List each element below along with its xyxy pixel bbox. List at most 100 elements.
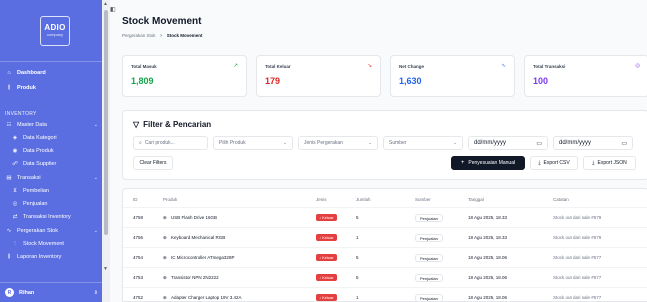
cell-id: 4756 xyxy=(133,235,144,240)
table-row[interactable]: 4754 ⊛ IC Microcontroller ATmega328P ↓ K… xyxy=(123,247,647,267)
breadcrumb: Pergerakan Stok > Stock Movement xyxy=(122,33,202,38)
column-header-id: ID xyxy=(133,197,138,202)
logo-subtext: company xyxy=(46,32,64,37)
sidebar-item-transaksi[interactable]: ▤ Transaksi ⌄ xyxy=(0,172,102,184)
sidebar-item-produk[interactable]: ⫼ Produk xyxy=(0,82,102,94)
sidebar-item-label: Data Kategori xyxy=(23,135,57,141)
export-csv-button[interactable]: ⤓ Export CSV xyxy=(530,156,578,170)
stat-card-net-change: Net Change ∿ 1,630 xyxy=(390,55,515,97)
calendar-icon[interactable]: ▭ xyxy=(621,140,627,147)
scroll-down-icon[interactable]: ▼ xyxy=(103,266,108,272)
sidebar-item-dashboard[interactable]: ⌂ Dashboard xyxy=(0,67,102,79)
cell-catatan: Stock out dari sale #577 xyxy=(553,275,602,280)
table-row[interactable]: 4752 ⊛ Adapter Charger Laptop 19V 3.42A … xyxy=(123,287,647,302)
sidebar-item-data-supplier[interactable]: ☍ Data Supplier xyxy=(0,158,102,170)
sidebar-scrollbar-thumb[interactable] xyxy=(104,10,108,235)
produk-select-value: Pilih Produk xyxy=(219,140,246,146)
filter-panel: ▽ Filter & Pencarian ⌕ Cari produk... Pil… xyxy=(122,110,647,180)
date-from-value: dd/mm/yyyy xyxy=(474,140,507,146)
stat-value: 1,630 xyxy=(399,76,422,86)
sidebar-item-penjualan[interactable]: ◎ Penjualan xyxy=(0,198,102,210)
product-icon: ⊛ xyxy=(163,275,167,280)
logo-area: ADIO company xyxy=(0,0,110,62)
chevron-down-icon: ⌄ xyxy=(283,140,287,145)
sidebar-item-data-kategori[interactable]: ◈ Data Kategori xyxy=(0,132,102,144)
scroll-up-icon[interactable]: ▲ xyxy=(103,1,108,7)
sidebar-item-master-data[interactable]: ☷ Master Data ⌄ xyxy=(0,119,102,131)
sidebar: ADIO company ⌂ Dashboard ⫼ Produk INVENT… xyxy=(0,0,110,302)
column-header-sumber: Sumber xyxy=(415,197,431,202)
download-icon: ⤓ xyxy=(538,160,541,166)
sidebar-item-label: Transaksi Inventory xyxy=(23,214,71,220)
produk-select[interactable]: Pilih Produk ⌄ xyxy=(213,136,293,150)
target-icon: ◎ xyxy=(635,63,640,69)
clear-filters-label: Clear Filters xyxy=(139,160,167,166)
sidebar-item-label: Produk xyxy=(17,85,36,91)
dollar-icon: ◎ xyxy=(12,201,18,207)
cell-catatan: Stock out dari sale #577 xyxy=(553,295,602,300)
table-row[interactable]: 4756 ⊛ Keyboard Mechanical RGB ↓ Keluar … xyxy=(123,227,647,247)
cell-jumlah: 5 xyxy=(356,275,359,280)
page-title: Stock Movement xyxy=(122,16,202,27)
date-to-input[interactable]: dd/mm/yyyy ▭ xyxy=(553,136,633,150)
sidebar-toggle-icon[interactable]: ◧ xyxy=(110,6,116,13)
manual-adjustment-button[interactable]: + Penyesuaian Manual xyxy=(451,156,525,170)
cell-jumlah: 1 xyxy=(356,295,359,300)
badge-label: Keluar xyxy=(322,295,334,300)
table-row[interactable]: 4758 ⊛ USB Flash Drive 16GB ↓ Keluar 5 P… xyxy=(123,207,647,227)
sidebar-item-laporan-inventory[interactable]: ⫼ Laporan Inventory xyxy=(0,251,102,263)
stock-movement-table: ID Produk Jenis Jumlah Sumber Tanggal Ca… xyxy=(122,188,647,302)
source-badge: Penjualan xyxy=(415,234,443,242)
cell-produk: Transistor NPN 2N2222 xyxy=(171,275,219,280)
column-header-jenis: Jenis xyxy=(316,197,327,202)
sidebar-item-pembelian[interactable]: ⊻ Pembelian xyxy=(0,185,102,197)
cell-jumlah: 1 xyxy=(356,235,359,240)
download-icon: ⤓ xyxy=(592,160,595,166)
cell-tanggal: 18 Agu 2025, 18.33 xyxy=(468,235,508,240)
sidebar-item-pergerakan-stok[interactable]: ∿ Pergerakan Stok ⌄ xyxy=(0,225,102,237)
sidebar-item-label: Master Data xyxy=(17,122,47,128)
home-icon: ⌂ xyxy=(7,70,11,76)
sidebar-item-label: Stock Movement xyxy=(23,241,64,247)
source-badge: Penjualan xyxy=(415,254,443,262)
clear-filters-button[interactable]: Clear Filters xyxy=(133,156,173,170)
calendar-icon[interactable]: ▭ xyxy=(536,140,542,147)
date-to-value: dd/mm/yyyy xyxy=(559,140,592,146)
search-icon: ⌕ xyxy=(139,140,142,146)
sidebar-item-label: Data Produk xyxy=(23,148,54,154)
main-content: ◧ Stock Movement Pergerakan Stok > Stock… xyxy=(110,0,647,302)
search-input[interactable]: ⌕ Cari produk... xyxy=(133,136,208,150)
sidebar-item-label: Penjualan xyxy=(23,201,48,207)
clipboard-icon: ▤ xyxy=(6,175,12,181)
breadcrumb-parent[interactable]: Pergerakan Stok xyxy=(122,33,156,38)
trending-down-icon: ↘ xyxy=(367,63,372,69)
trending-up-icon: ↗ xyxy=(233,63,238,69)
table-row[interactable]: 4753 ⊛ Transistor NPN 2N2222 ↓ Keluar 5 … xyxy=(123,267,647,287)
stat-card-total-masuk: Total Masuk ↗ 1,809 xyxy=(122,55,247,97)
export-json-button[interactable]: ⤓ Export JSON xyxy=(583,156,636,170)
cell-catatan: Stock out dari sale #579 xyxy=(553,235,602,240)
filter-icon: ▽ xyxy=(133,120,140,129)
sidebar-item-stock-movement[interactable]: ⫶ Stock Movement xyxy=(0,238,102,250)
product-icon: ⊛ xyxy=(163,255,167,260)
filter-title: ▽ Filter & Pencarian xyxy=(133,120,211,129)
sumber-select[interactable]: Sumber ⌄ xyxy=(383,136,463,150)
database-icon: ☷ xyxy=(6,122,12,128)
sidebar-item-data-produk[interactable]: ◉ Data Produk xyxy=(0,145,102,157)
cell-jumlah: 5 xyxy=(356,215,359,220)
date-from-input[interactable]: dd/mm/yyyy ▭ xyxy=(468,136,548,150)
company-logo[interactable]: ADIO company xyxy=(40,15,70,46)
chevron-down-icon: ⌄ xyxy=(368,140,372,145)
product-icon: ⊛ xyxy=(163,215,167,220)
sidebar-item-transaksi-inventory[interactable]: ⇄ Transaksi Inventory xyxy=(0,211,102,223)
user-menu[interactable]: R Rihan ⇕ xyxy=(0,282,102,302)
activity-icon: ∿ xyxy=(6,228,12,234)
jenis-select[interactable]: Jenis Pergerakan ⌄ xyxy=(298,136,378,150)
stat-label: Total Keluar xyxy=(265,64,291,69)
cell-id: 4758 xyxy=(133,215,144,220)
cell-produk: Adapter Charger Laptop 19V 3.42A xyxy=(171,295,242,300)
search-placeholder: Cari produk... xyxy=(144,140,175,146)
cart-icon: ⊻ xyxy=(12,188,18,194)
badge-label: Keluar xyxy=(322,235,334,240)
status-badge: ↓ Keluar xyxy=(316,214,337,221)
